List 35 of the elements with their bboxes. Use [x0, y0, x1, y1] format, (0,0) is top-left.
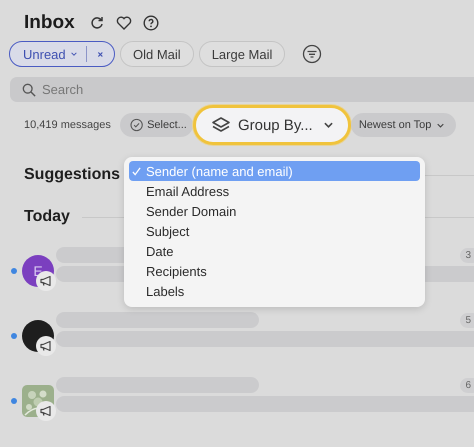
filter-chip[interactable]: Unread [9, 41, 115, 67]
count-badge: 5 [460, 313, 474, 328]
checkmark-icon [132, 166, 141, 176]
refresh-icon[interactable] [88, 15, 105, 31]
filter-chip[interactable]: Old Mail [120, 41, 194, 67]
select-button[interactable]: Select... [120, 113, 193, 137]
chevron-icon [437, 122, 444, 128]
chevron-icon [70, 51, 77, 57]
filter-chip[interactable]: Large Mail [198, 41, 286, 67]
search-icon [22, 83, 36, 97]
section-heading: Today [24, 208, 70, 226]
menu-item[interactable]: Date [129, 241, 420, 261]
section-heading: Suggestions [24, 166, 120, 184]
group-by-button[interactable]: Group By... [192, 105, 351, 145]
check-circle-icon [130, 118, 144, 132]
menu-item[interactable]: Sender Domain [129, 201, 420, 221]
menu-item[interactable]: Recipients [129, 261, 420, 281]
inbox-title: Inbox [24, 12, 75, 34]
filter-icon[interactable] [302, 44, 322, 64]
sort-button[interactable]: Newest on Top [350, 113, 456, 137]
count-badge: 3 [460, 248, 474, 263]
menu-item[interactable]: Subject [129, 221, 420, 241]
message-count: 10,419 messages [24, 119, 111, 131]
filter-label[interactable]: Unread [23, 46, 66, 62]
menu-item[interactable]: Email Address [129, 181, 420, 201]
help-icon[interactable] [142, 15, 159, 31]
search-field[interactable]: Search [10, 77, 474, 102]
layers-icon [210, 116, 231, 134]
menu-item[interactable]: Labels [129, 281, 420, 301]
close-icon[interactable] [97, 50, 104, 58]
heart-icon[interactable] [116, 15, 132, 31]
chevron-icon [324, 122, 333, 128]
megaphone-icon [36, 400, 56, 420]
count-badge: 6 [460, 378, 474, 393]
megaphone-icon [36, 336, 56, 356]
